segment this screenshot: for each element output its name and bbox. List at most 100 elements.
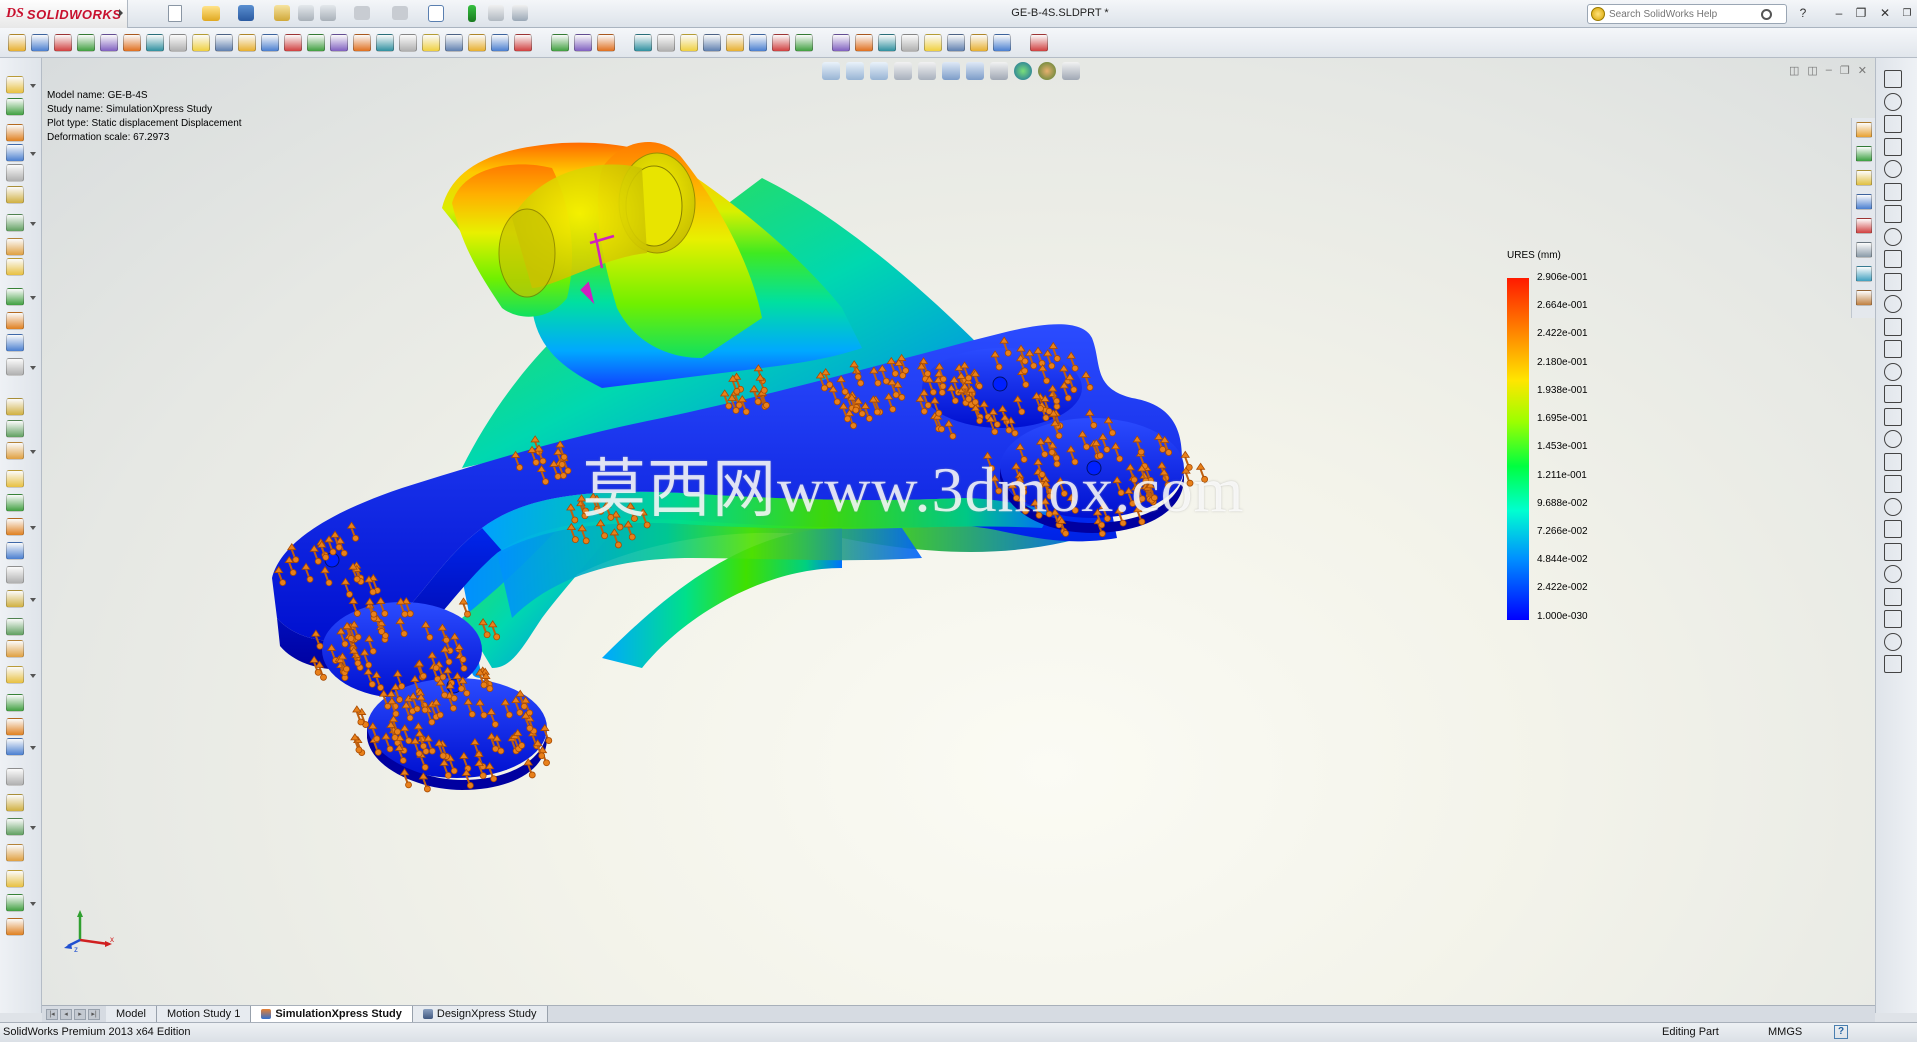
flyout-arrow-icon[interactable] [30,450,36,454]
view-palette-icon[interactable] [1856,194,1872,210]
sketch-icon[interactable] [1884,70,1902,88]
section-properties-icon[interactable] [77,34,95,52]
rapid-sketch-icon[interactable] [1884,565,1902,583]
linear-sketch-pattern-icon[interactable] [1884,452,1902,471]
circle-icon[interactable] [6,718,24,736]
help-search-box[interactable] [1587,4,1787,24]
view-bottom-icon[interactable] [749,34,767,52]
point-icon[interactable] [1884,295,1902,313]
tab-last-icon[interactable]: ▸| [88,1008,100,1020]
instant3d-icon[interactable] [6,566,24,584]
instant2d-icon[interactable] [1884,587,1902,606]
spline-icon[interactable] [6,768,24,786]
revolved-cut-icon[interactable] [6,238,24,256]
slot-icon[interactable] [6,694,24,712]
flyout-arrow-icon[interactable] [30,674,36,678]
sensors-icon[interactable] [100,34,118,52]
ellipse-icon[interactable] [1884,250,1902,268]
rebuild-icon[interactable] [597,34,615,52]
view-left-icon[interactable] [680,34,698,52]
lights-icon[interactable] [970,34,988,52]
lofted-boss-icon[interactable] [6,144,24,162]
flyout-arrow-icon[interactable] [30,598,36,602]
rectangle-icon[interactable] [6,666,24,684]
costing-icon[interactable] [514,34,532,52]
shell-icon[interactable] [6,420,24,438]
trim-icon[interactable] [6,844,24,862]
smart-dimension-icon[interactable] [6,618,24,636]
hole-wizard-icon[interactable] [6,214,24,232]
line-icon[interactable] [6,640,24,658]
swept-boss-icon[interactable] [6,124,24,142]
unit-system-selector[interactable]: MMGS [1768,1026,1802,1038]
normal-to-icon[interactable] [795,34,813,52]
dfmxpress-icon[interactable] [468,34,486,52]
spelling-icon[interactable] [8,34,26,52]
polygon-icon[interactable] [6,794,24,812]
display-relations-icon[interactable] [1884,497,1902,516]
tab-designxpress-study[interactable]: DesignXpress Study [412,1006,548,1022]
text-icon[interactable] [1884,317,1902,336]
tab-first-icon[interactable]: |◂ [46,1008,58,1020]
curvature-icon[interactable] [261,34,279,52]
boundary-boss-icon[interactable] [6,164,24,182]
linear-pattern-icon[interactable] [6,334,24,352]
arc-icon[interactable] [6,738,24,756]
statistics-icon[interactable] [123,34,141,52]
undercut-icon[interactable] [284,34,302,52]
fillet-sketch-icon[interactable] [6,818,24,836]
measure-icon[interactable] [31,34,49,52]
fillet-icon[interactable] [1884,272,1902,291]
compare-icon[interactable] [574,34,592,52]
arc-icon[interactable] [1884,205,1902,223]
convert-entities-icon[interactable] [1884,385,1902,403]
sketch-icon[interactable] [6,590,24,608]
smart-dimension-icon[interactable] [1884,92,1902,111]
tab-prev-icon[interactable]: ◂ [60,1008,72,1020]
rib-icon[interactable] [6,358,24,376]
mass-properties-icon[interactable] [54,34,72,52]
floxpress-icon[interactable] [445,34,463,52]
photoview-icon[interactable] [901,34,919,52]
view-top-icon[interactable] [726,34,744,52]
search-icon[interactable] [1761,8,1772,20]
materials-icon[interactable] [947,34,965,52]
flyout-arrow-icon[interactable] [30,222,36,226]
flyout-arrow-icon[interactable] [30,84,36,88]
sketch-picture-icon[interactable] [1884,632,1902,651]
revolved-boss-icon[interactable] [6,98,24,116]
graphics-area[interactable]: ◫ ◫ – ❐ ✕ Model name: GE-B-4S Study name… [42,58,1875,1005]
flyout-arrow-icon[interactable] [30,366,36,370]
view-right-icon[interactable] [703,34,721,52]
parting-line-icon[interactable] [307,34,325,52]
draft-analysis-icon[interactable] [330,34,348,52]
walkthrough-icon[interactable] [1030,34,1048,52]
plane-icon[interactable] [1884,340,1902,358]
lofted-cut-icon[interactable] [6,288,24,306]
simulationxpress-icon[interactable] [422,34,440,52]
reference-geometry-icon[interactable] [6,518,24,536]
intersect-icon[interactable] [6,470,24,488]
restore-button[interactable]: ❐ [1852,5,1870,22]
render-icon[interactable] [924,34,942,52]
thickness-icon[interactable] [353,34,371,52]
flyout-arrow-icon[interactable] [30,296,36,300]
solidworks-resources-icon[interactable] [1856,122,1872,138]
feature-statistics-icon[interactable] [399,34,417,52]
wrap-icon[interactable] [6,442,24,460]
toolbox-icon[interactable] [1856,290,1872,306]
extruded-cut-icon[interactable] [6,186,24,204]
evaluate-icon[interactable] [1884,655,1902,673]
slot-icon[interactable] [1884,160,1902,178]
circle-icon[interactable] [1884,182,1902,201]
equations-icon[interactable] [376,34,394,52]
minimize-button[interactable]: – [1830,5,1848,22]
view-front-icon[interactable] [634,34,652,52]
appearance-icon[interactable] [832,34,850,52]
repair-sketch-icon[interactable] [1884,520,1902,538]
cameras-icon[interactable] [993,34,1011,52]
design-library-icon[interactable] [1856,146,1872,162]
fillet-icon[interactable] [6,312,24,330]
custom-properties-icon[interactable] [1856,242,1872,258]
tab-model[interactable]: Model [106,1006,157,1022]
